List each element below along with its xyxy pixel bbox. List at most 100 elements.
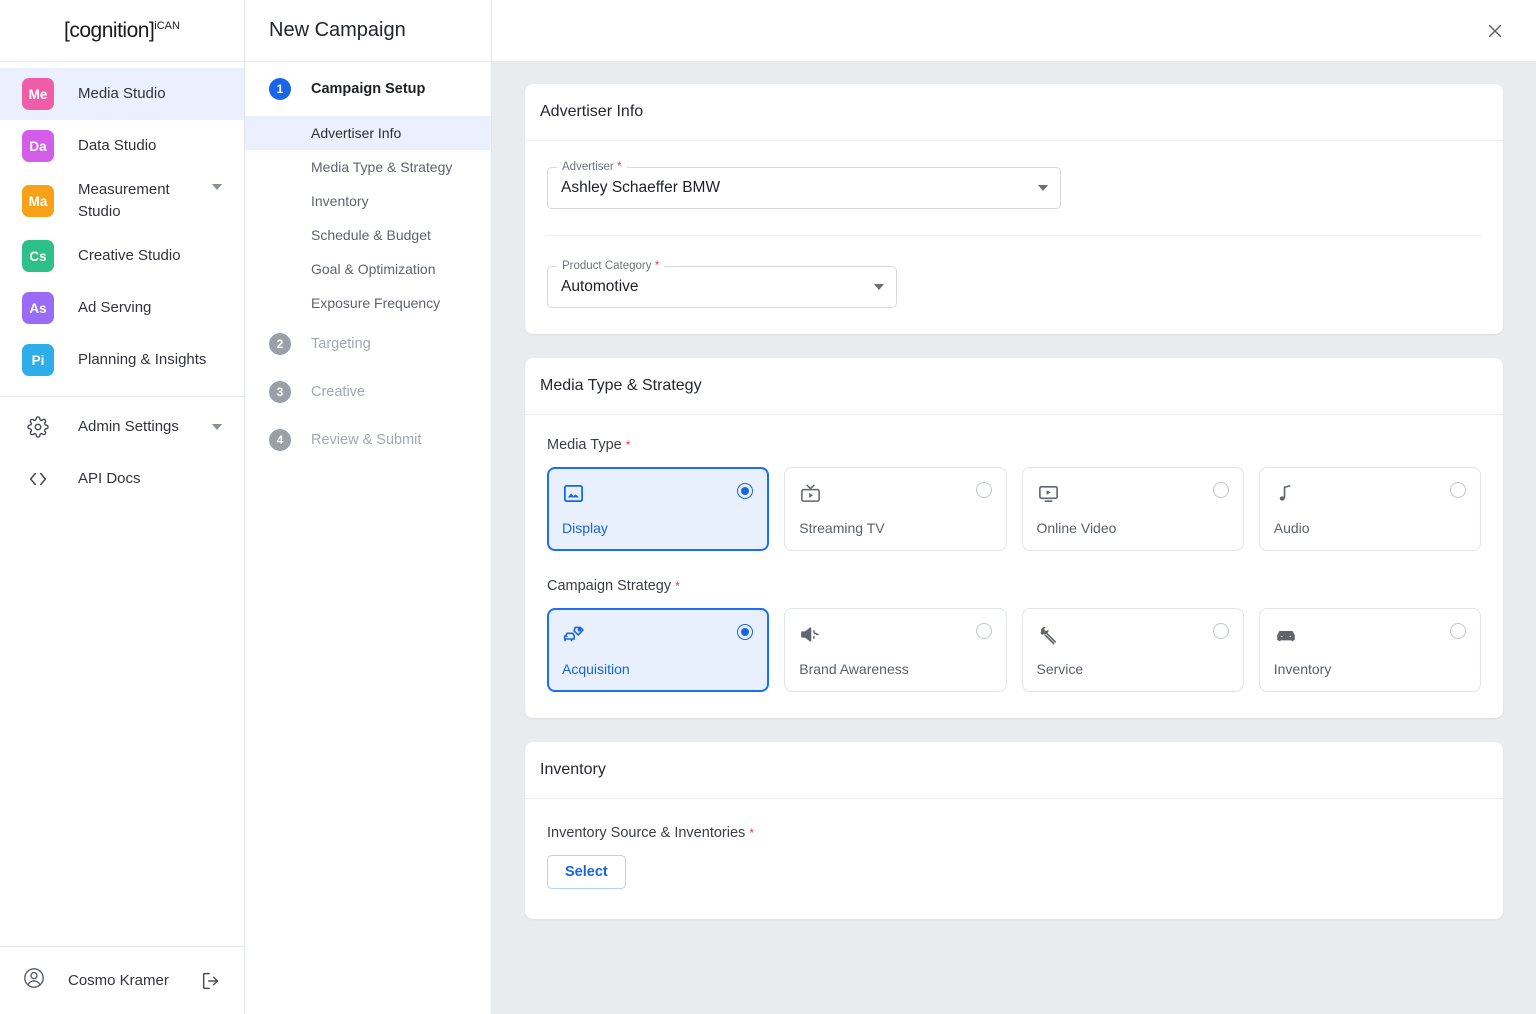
- strategy-option-acquisition[interactable]: Acquisition: [547, 608, 770, 692]
- campaign-strategy-options: Acquisition Brand Awareness Service Inve…: [547, 608, 1481, 692]
- sidebar-item-measurement-studio[interactable]: Ma Measurement Studio: [0, 172, 244, 230]
- ad-serving-badge-icon: As: [22, 292, 54, 324]
- substep-label: Schedule & Budget: [311, 227, 431, 243]
- substep-label: Exposure Frequency: [311, 295, 441, 311]
- step-review-submit[interactable]: 4 Review & Submit: [245, 416, 491, 464]
- step-navigation: 1 Campaign Setup Advertiser Info Media T…: [245, 62, 492, 1014]
- sidebar: [cognition]iCAN Me Media Studio Da Data …: [0, 0, 245, 1014]
- tv-icon: [799, 482, 991, 508]
- brand-logo: [cognition]iCAN: [0, 0, 244, 62]
- product-category-select-value: Automotive: [561, 278, 639, 295]
- user-account-row[interactable]: Cosmo Kramer: [0, 946, 244, 1014]
- advertiser-select-value: Ashley Schaeffer BMW: [561, 179, 721, 196]
- sidebar-item-label: Data Studio: [78, 137, 157, 155]
- sidebar-item-label: Creative Studio: [78, 247, 181, 265]
- media-type-group-label: Media Type *: [547, 437, 631, 453]
- required-asterisk: *: [749, 826, 754, 840]
- step-targeting[interactable]: 2 Targeting: [245, 320, 491, 368]
- step-number-badge: 1: [269, 78, 291, 100]
- substep-inventory[interactable]: Inventory: [245, 184, 491, 218]
- sidebar-item-ad-serving[interactable]: As Ad Serving: [0, 282, 244, 334]
- chevron-down-icon[interactable]: [1038, 185, 1048, 191]
- sidebar-item-label: Measurement Studio: [78, 181, 170, 220]
- code-icon: [22, 468, 54, 490]
- media-type-option-label: Audio: [1273, 520, 1310, 536]
- strategy-option-service[interactable]: Service: [1021, 608, 1244, 692]
- strategy-option-label: Service: [1036, 661, 1084, 677]
- strategy-option-label: Brand Awareness: [799, 661, 909, 677]
- chevron-down-icon[interactable]: [212, 424, 222, 430]
- music-note-icon: [1274, 482, 1466, 508]
- media-type-option-streaming-tv[interactable]: Streaming TV: [784, 467, 1007, 551]
- media-type-option-online-video[interactable]: Online Video: [1021, 467, 1244, 551]
- content-scroll-area: Advertiser Info Advertiser * Ashley Scha…: [492, 62, 1536, 1014]
- media-studio-badge-icon: Me: [22, 78, 54, 110]
- app-root: [cognition]iCAN Me Media Studio Da Data …: [0, 0, 1536, 1014]
- chevron-down-icon[interactable]: [212, 184, 222, 190]
- radio-button[interactable]: [1450, 482, 1466, 498]
- media-type-option-audio[interactable]: Audio: [1258, 467, 1481, 551]
- step-creative[interactable]: 3 Creative: [245, 368, 491, 416]
- radio-button[interactable]: [1450, 623, 1466, 639]
- inventory-select-button[interactable]: Select: [547, 855, 626, 889]
- media-type-option-label: Display: [562, 520, 608, 536]
- substep-label: Inventory: [311, 193, 369, 209]
- car-tag-icon: [562, 623, 754, 649]
- advertiser-info-card-title: Advertiser Info: [525, 84, 1503, 141]
- logo-superscript: iCAN: [154, 19, 180, 32]
- substep-advertiser-info[interactable]: Advertiser Info: [245, 116, 491, 150]
- media-type-option-display[interactable]: Display: [547, 467, 770, 551]
- strategy-option-label: Inventory: [1273, 661, 1332, 677]
- step-campaign-setup[interactable]: 1 Campaign Setup: [245, 62, 491, 116]
- close-icon[interactable]: [1478, 14, 1512, 48]
- media-type-option-label: Streaming TV: [799, 520, 885, 536]
- substep-goal-optimization[interactable]: Goal & Optimization: [245, 252, 491, 286]
- substep-media-type-strategy[interactable]: Media Type & Strategy: [245, 150, 491, 184]
- main-panel: Advertiser Info Advertiser * Ashley Scha…: [492, 0, 1536, 1014]
- inventory-card: Inventory Inventory Source & Inventories…: [525, 742, 1503, 919]
- step-number-badge: 4: [269, 429, 291, 451]
- sidebar-item-label: Ad Serving: [78, 299, 152, 317]
- sidebar-item-admin-settings[interactable]: Admin Settings: [0, 401, 244, 453]
- strategy-option-brand-awareness[interactable]: Brand Awareness: [784, 608, 1007, 692]
- strategy-option-label: Acquisition: [562, 661, 630, 677]
- advertiser-info-card: Advertiser Info Advertiser * Ashley Scha…: [525, 84, 1503, 334]
- radio-button[interactable]: [1212, 482, 1229, 498]
- image-icon: [562, 482, 754, 508]
- advertiser-select-label: Advertiser *: [557, 159, 627, 173]
- sidebar-item-label: Planning & Insights: [78, 351, 207, 369]
- substep-schedule-budget[interactable]: Schedule & Budget: [245, 218, 491, 252]
- campaign-strategy-group-label: Campaign Strategy *: [547, 578, 680, 594]
- product-category-select[interactable]: Product Category * Automotive: [547, 258, 897, 308]
- data-studio-badge-icon: Da: [22, 130, 54, 162]
- required-asterisk: *: [625, 438, 631, 452]
- logout-icon[interactable]: [200, 970, 222, 992]
- advertiser-select[interactable]: Advertiser * Ashley Schaeffer BMW: [547, 159, 1061, 209]
- planning-insights-badge-icon: Pi: [22, 344, 54, 376]
- step-label: Creative: [311, 384, 365, 400]
- logo-wordmark: [cognition]: [64, 18, 155, 42]
- substep-label: Goal & Optimization: [311, 261, 436, 277]
- product-category-select-label: Product Category *: [557, 258, 665, 272]
- radio-button[interactable]: [975, 623, 992, 639]
- sidebar-item-api-docs[interactable]: API Docs: [0, 453, 244, 505]
- sidebar-item-label: API Docs: [78, 470, 141, 488]
- radio-button[interactable]: [1212, 623, 1229, 639]
- creative-studio-badge-icon: Cs: [22, 240, 54, 272]
- sidebar-item-data-studio[interactable]: Da Data Studio: [0, 120, 244, 172]
- strategy-option-inventory[interactable]: Inventory: [1258, 608, 1481, 692]
- step-label: Review & Submit: [311, 432, 422, 448]
- inventory-source-label: Inventory Source & Inventories *: [547, 825, 754, 841]
- sidebar-item-label: Media Studio: [78, 85, 166, 103]
- sidebar-item-creative-studio[interactable]: Cs Creative Studio: [0, 230, 244, 282]
- media-type-options: Display Streaming TV Online Video Audio: [547, 467, 1481, 551]
- sidebar-item-media-studio[interactable]: Me Media Studio: [0, 68, 244, 120]
- chevron-down-icon[interactable]: [874, 284, 884, 290]
- media-type-strategy-card: Media Type & Strategy Media Type * Displ…: [525, 358, 1503, 718]
- sidebar-item-planning-insights[interactable]: Pi Planning & Insights: [0, 334, 244, 386]
- radio-button[interactable]: [975, 482, 992, 498]
- required-asterisk: *: [616, 159, 622, 173]
- step-label: Campaign Setup: [311, 81, 426, 97]
- substep-exposure-frequency[interactable]: Exposure Frequency: [245, 286, 491, 320]
